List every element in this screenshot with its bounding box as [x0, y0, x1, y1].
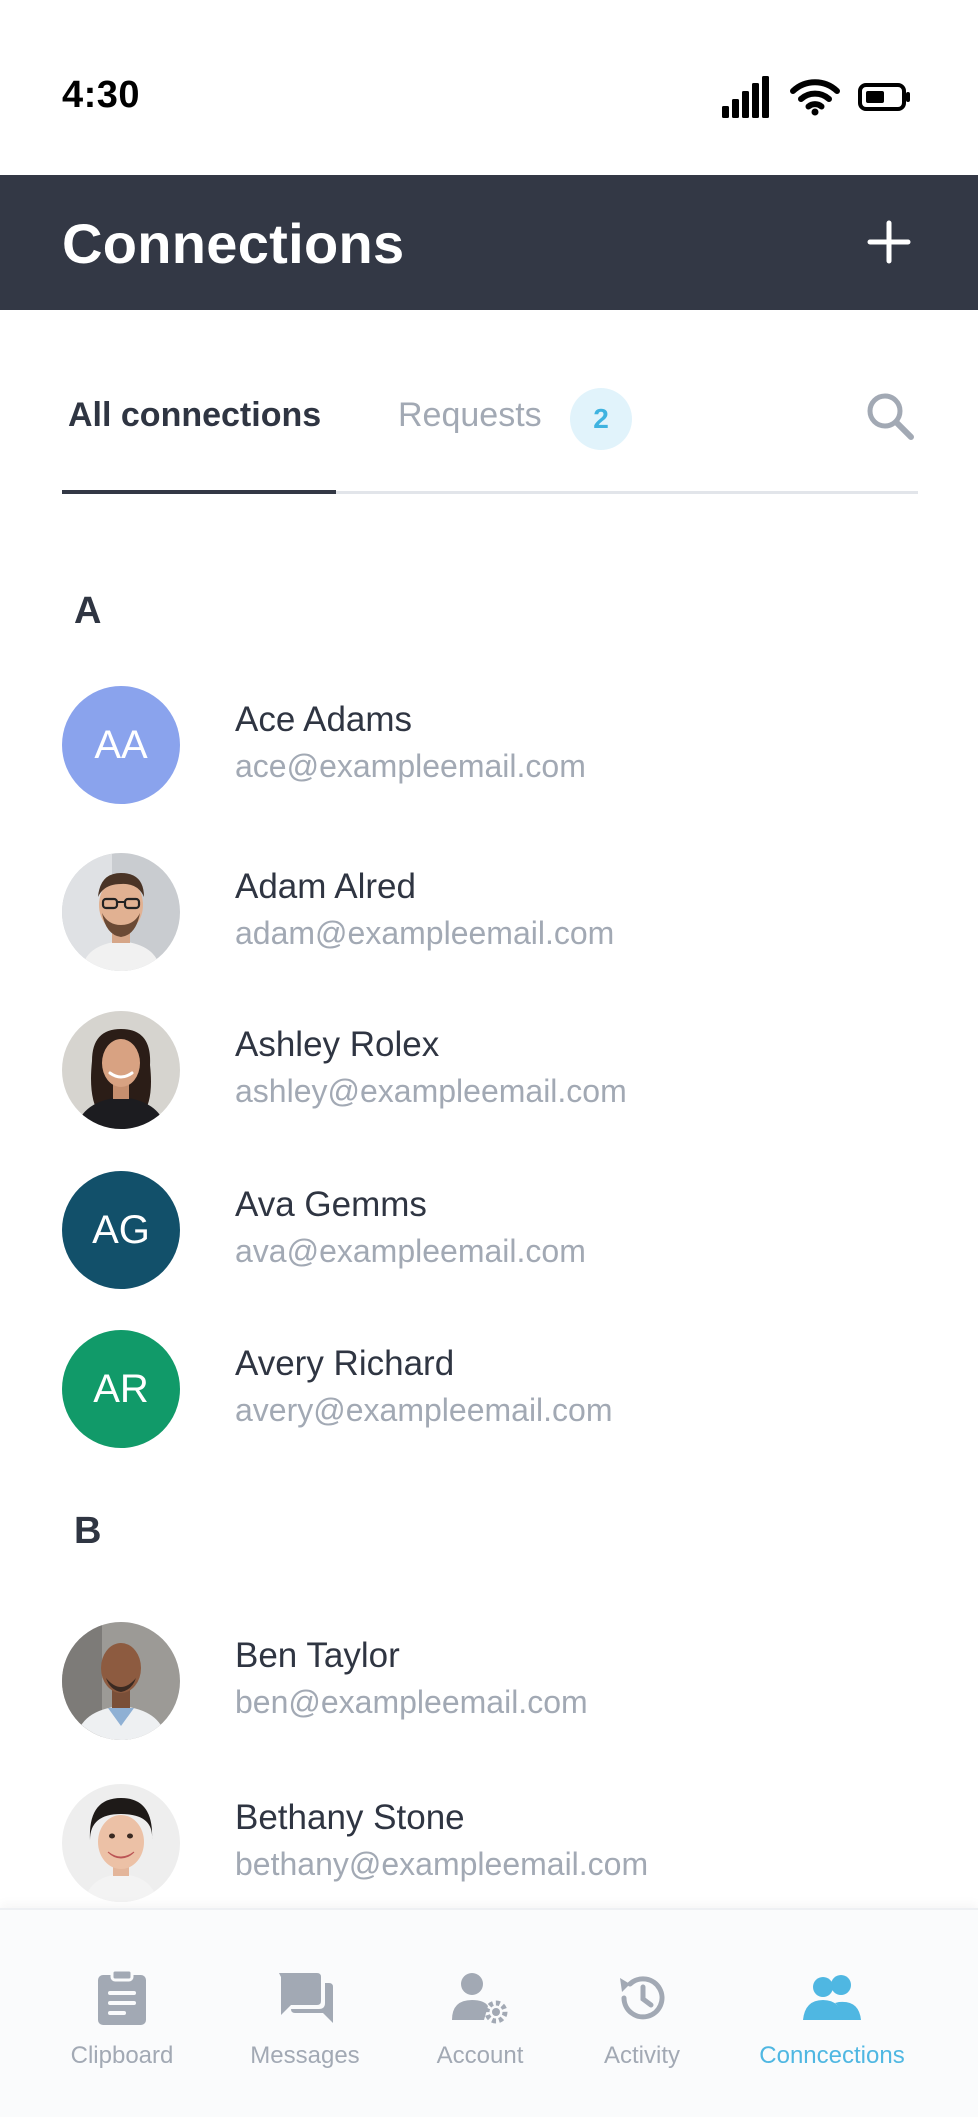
account-settings-icon: [452, 1973, 508, 2024]
contact-name: Bethany Stone: [235, 1798, 465, 1837]
clipboard-icon: [98, 1969, 146, 2025]
search-button[interactable]: [862, 388, 918, 444]
contact-item[interactable]: Bethany Stone bethany@exampleemail.com: [62, 1784, 918, 1902]
contact-email: ava@exampleemail.com: [235, 1233, 586, 1269]
contact-item[interactable]: Adam Alred adam@exampleemail.com: [62, 853, 918, 971]
nav-label-activity: Activity: [603, 2042, 680, 2069]
avatar: [62, 1622, 180, 1740]
tab-requests[interactable]: Requests: [398, 396, 542, 435]
add-connection-button[interactable]: [862, 215, 916, 269]
app-header: Connections: [0, 175, 978, 310]
people-icon: [803, 1975, 861, 2020]
cellular-signal-icon: [722, 76, 769, 118]
avatar: [62, 853, 180, 971]
section-header-b: B: [74, 1510, 102, 1552]
status-icons: [722, 76, 912, 118]
contact-email: ben@exampleemail.com: [235, 1684, 588, 1720]
contact-name: Ava Gemms: [235, 1185, 427, 1224]
avatar: AG: [62, 1171, 180, 1289]
nav-item-clipboard[interactable]: Clipboard: [62, 1910, 182, 2117]
contact-item[interactable]: Ashley Rolex ashley@exampleemail.com: [62, 1011, 918, 1129]
requests-count-badge[interactable]: 2: [570, 388, 632, 450]
connection-tabs: All connections Requests 2: [62, 388, 918, 494]
contact-email: ashley@exampleemail.com: [235, 1073, 627, 1109]
status-bar: 4:30: [0, 0, 978, 175]
avatar: [62, 1011, 180, 1129]
section-header-a: A: [74, 590, 102, 632]
contact-name: Ben Taylor: [235, 1636, 400, 1675]
contact-email: ace@exampleemail.com: [235, 748, 586, 784]
search-icon: [867, 393, 914, 440]
avatar: AA: [62, 686, 180, 804]
status-time: 4:30: [62, 74, 141, 116]
contact-name: Adam Alred: [235, 867, 416, 906]
contact-email: avery@exampleemail.com: [235, 1392, 613, 1428]
nav-item-account[interactable]: Account: [420, 1910, 540, 2117]
contact-email: bethany@exampleemail.com: [235, 1846, 649, 1882]
contact-name: Ashley Rolex: [235, 1025, 440, 1064]
wifi-icon: [790, 79, 840, 116]
contact-name: Ace Adams: [235, 700, 413, 739]
contact-item[interactable]: AG Ava Gemms ava@exampleemail.com: [62, 1171, 918, 1289]
history-icon: [620, 1976, 665, 2020]
nav-item-messages[interactable]: Messages: [245, 1910, 365, 2117]
bottom-navigation: Clipboard Messages Account Activity Conn…: [0, 1908, 978, 2117]
nav-label-messages: Messages: [250, 2042, 360, 2069]
nav-item-connections[interactable]: Conncections: [752, 1910, 912, 2117]
battery-icon: [858, 83, 910, 111]
contact-item[interactable]: AA Ace Adams ace@exampleemail.com: [62, 686, 918, 804]
nav-item-activity[interactable]: Activity: [582, 1910, 702, 2117]
messages-icon: [279, 1973, 333, 2023]
avatar-photo: [62, 1622, 180, 1740]
avatar: [62, 1784, 180, 1902]
contact-email: adam@exampleemail.com: [235, 915, 615, 951]
nav-label-clipboard: Clipboard: [70, 2042, 174, 2069]
avatar: AR: [62, 1330, 180, 1448]
avatar-photo: [62, 1011, 180, 1129]
tab-all-connections[interactable]: All connections: [68, 396, 321, 435]
contact-name: Avery Richard: [235, 1344, 455, 1383]
contact-item[interactable]: AR Avery Richard avery@exampleemail.com: [62, 1330, 918, 1448]
nav-label-connections: Conncections: [759, 2042, 905, 2069]
active-tab-indicator: [62, 490, 336, 494]
nav-label-account: Account: [436, 2042, 524, 2069]
avatar-photo: [62, 1784, 180, 1902]
plus-icon: [867, 220, 911, 264]
contact-item[interactable]: Ben Taylor ben@exampleemail.com: [62, 1622, 918, 1740]
avatar-photo: [62, 853, 180, 971]
page-title: Connections: [62, 212, 405, 275]
